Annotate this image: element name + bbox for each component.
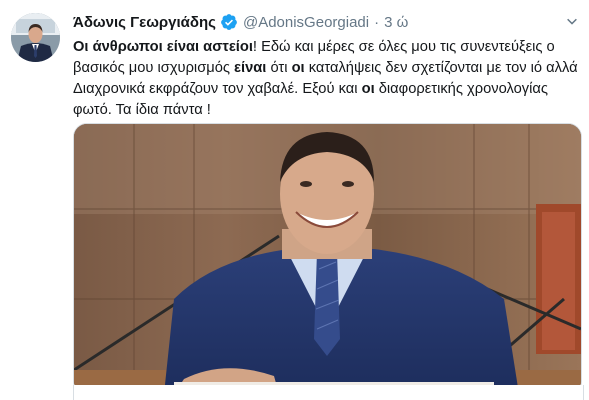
chevron-down-icon[interactable] [563,13,581,31]
tweet-text-segment: Οι άνθρωποι είναι αστείοι [73,39,253,55]
photo-footer [73,385,584,400]
verified-badge-icon [220,13,238,31]
tweet[interactable]: Άδωνις Γεωργιάδης @AdonisGeorgiadi · 3 ώ… [0,0,589,400]
tweet-text-segment: οι [291,60,305,76]
author-handle[interactable]: @AdonisGeorgiadi [243,14,369,31]
author-avatar[interactable] [11,13,60,62]
author-name[interactable]: Άδωνις Γεωργιάδης [73,14,216,31]
tweet-timestamp[interactable]: 3 ώ [384,14,408,31]
tweet-text-segment: είναι [234,60,267,76]
tweet-text-segment: οι [361,81,375,97]
tweet-text: Οι άνθρωποι είναι αστείοι! Εδώ και μέρες… [73,37,585,121]
avatar-image [11,13,60,62]
tweet-photo[interactable] [73,123,582,395]
separator-dot: · [374,13,380,31]
tweet-header: Άδωνις Γεωργιάδης @AdonisGeorgiadi · 3 ώ [73,11,408,33]
tweet-text-segment: ότι [266,60,292,76]
photo-image [74,124,581,394]
